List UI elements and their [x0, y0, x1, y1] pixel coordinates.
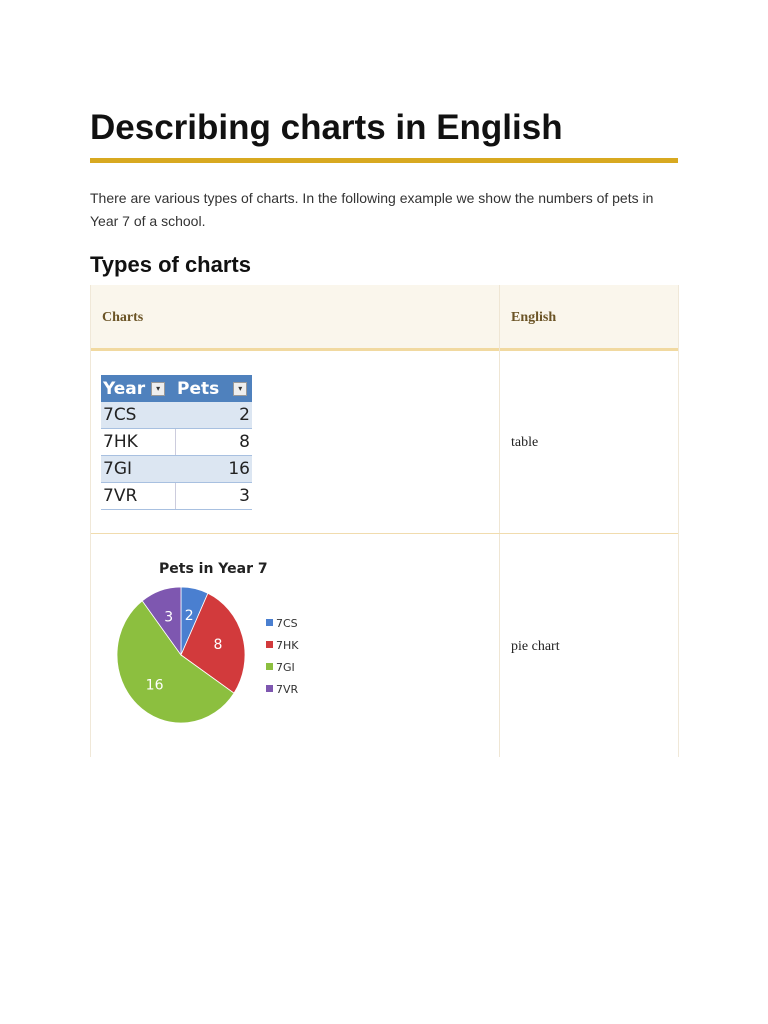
page-title: Describing charts in English — [90, 108, 563, 147]
legend-label: 7HK — [276, 639, 299, 652]
column-divider — [499, 285, 500, 757]
legend-label: 7GI — [276, 661, 295, 674]
excel-cell: 7HK — [101, 428, 176, 456]
filter-dropdown-icon: ▾ — [151, 381, 166, 396]
table-header — [91, 285, 678, 351]
legend-swatch — [266, 619, 273, 626]
excel-cell: 7CS — [101, 402, 175, 429]
pie-data-label: 16 — [146, 678, 164, 694]
pie-data-label: 3 — [164, 609, 173, 625]
title-underline — [90, 158, 678, 163]
excel-cell: 8 — [175, 428, 252, 456]
excel-cell: 7VR — [101, 482, 176, 510]
row-divider — [91, 533, 678, 534]
excel-table-image: Year ▾ Pets ▾ 7CS 2 7HK 8 7GI 16 7VR 3 — [101, 375, 252, 510]
excel-cell: 16 — [175, 455, 252, 483]
excel-header-year: Year — [103, 378, 146, 399]
section-heading: Types of charts — [90, 252, 251, 277]
chart-types-table: Charts English Year ▾ Pets ▾ 7CS 2 7HK 8 7GI… — [90, 285, 679, 757]
filter-dropdown-icon: ▾ — [233, 381, 248, 396]
english-pie-chart: pie chart — [511, 639, 560, 654]
header-charts: Charts — [102, 310, 144, 325]
legend-swatch — [266, 663, 273, 670]
legend-swatch — [266, 641, 273, 648]
legend-label: 7VR — [276, 683, 299, 696]
excel-cell: 3 — [175, 482, 252, 510]
english-table: table — [511, 435, 539, 450]
pie-data-label: 2 — [185, 608, 194, 624]
header-english: English — [511, 310, 557, 325]
pie-chart: 2 8 16 3 7CS 7HK 7GI 7VR — [116, 586, 299, 724]
excel-header-pets: Pets — [177, 378, 220, 399]
excel-cell: 2 — [175, 402, 252, 429]
legend-swatch — [266, 685, 273, 692]
legend-label: 7CS — [276, 617, 298, 630]
pie-data-label: 8 — [214, 637, 223, 653]
intro-paragraph: There are various types of charts. In th… — [90, 190, 654, 229]
excel-cell: 7GI — [101, 455, 175, 483]
